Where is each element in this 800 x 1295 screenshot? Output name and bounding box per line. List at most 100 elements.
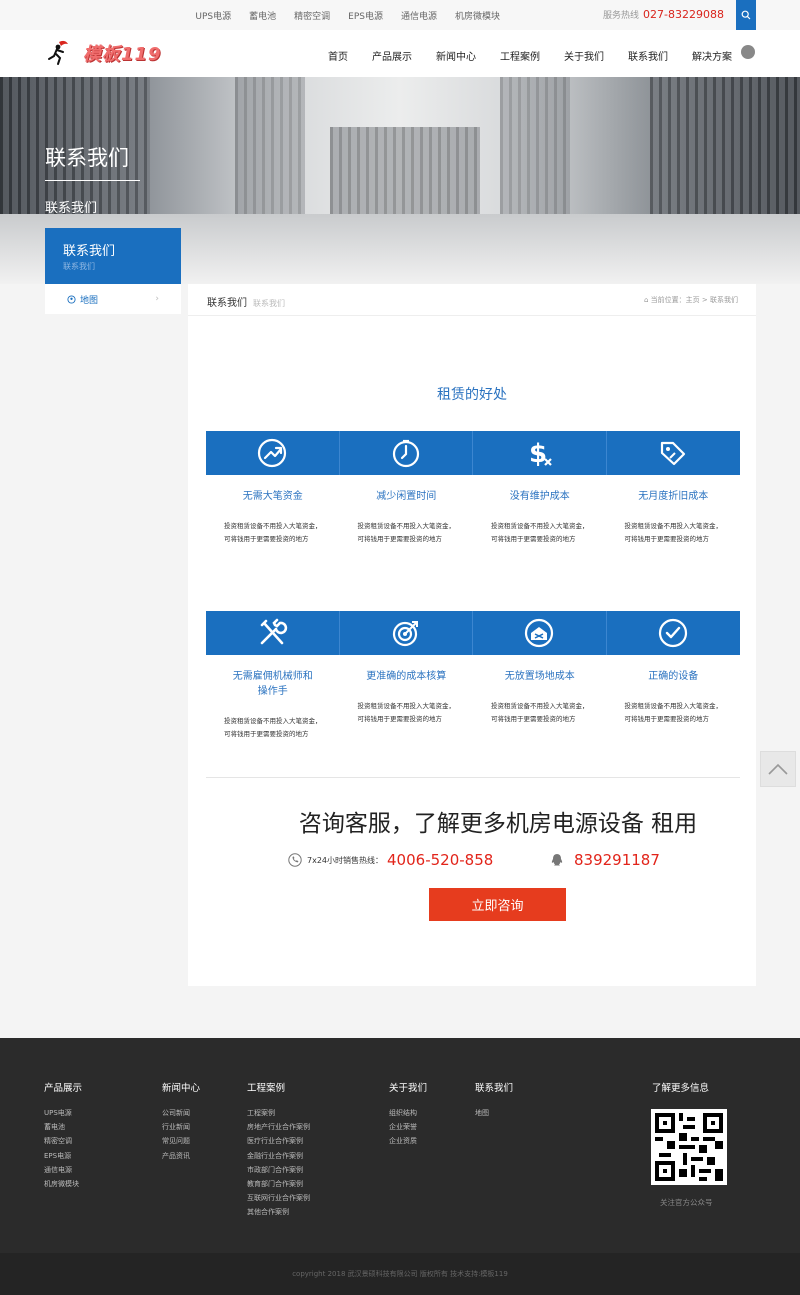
benefit-name: 无放置场地成本: [504, 671, 575, 682]
mobile-icon[interactable]: [741, 45, 755, 59]
footer-link[interactable]: 其他合作案例: [247, 1205, 310, 1219]
logo[interactable]: 模板119: [45, 39, 162, 67]
footer-link[interactable]: 工程案例: [247, 1106, 310, 1120]
consult-now-button[interactable]: 立即咨询: [429, 888, 566, 921]
benefit-icon-band: [206, 611, 340, 655]
top-hotline-number: 027-83229088: [643, 8, 724, 21]
benefit-icon-band: [606, 611, 740, 655]
benefit-desc: 投资租赁设备不用投入大笔资金，可将钱用于更需要投资的地方: [224, 717, 322, 738]
chevron-up-icon: [768, 763, 788, 775]
footer-col-news: 新闻中心 公司新闻 行业新闻 常见问题 产品资讯: [162, 1080, 200, 1163]
footer-link[interactable]: 地图: [475, 1106, 513, 1120]
footer-col-products: 产品展示 UPS电源 蓄电池 精密空调 EPS电源 通信电源 机房微模块: [44, 1080, 82, 1191]
nav-about[interactable]: 关于我们: [552, 48, 616, 63]
footer-col-about: 关于我们 组织结构 企业荣誉 企业资质: [389, 1080, 427, 1149]
qr-code: [651, 1109, 727, 1185]
footer-link[interactable]: 蓄电池: [44, 1120, 82, 1134]
section-title: 租赁的好处: [437, 387, 507, 403]
footer-col-title: 产品展示: [44, 1083, 83, 1094]
benefit-desc: 投资租赁设备不用投入大笔资金，可将钱用于更需要投资的地方: [624, 702, 723, 723]
qq-number[interactable]: 839291187: [574, 851, 660, 869]
nav-cases[interactable]: 工程案例: [488, 48, 552, 63]
nav-contact[interactable]: 联系我们: [616, 48, 680, 63]
benefit-name: 没有维护成本: [509, 491, 570, 502]
breadcrumb-home[interactable]: 主页: [686, 296, 700, 304]
nav-solutions[interactable]: 解决方案: [680, 48, 744, 63]
footer-col-title: 关于我们: [389, 1083, 428, 1094]
benefit-desc: 投资租赁设备不用投入大笔资金，可将钱用于更需要投资的地方: [224, 522, 322, 543]
page-title: 联系我们 联系我们: [207, 294, 285, 309]
footer-link[interactable]: 组织结构: [389, 1106, 427, 1120]
benefit-icon-band: [339, 431, 473, 475]
back-to-top-button[interactable]: [760, 751, 796, 787]
map-pin-icon: [67, 294, 76, 304]
benefit-card: 正确的设备 投资租赁设备不用投入大笔资金，可将钱用于更需要投资的地方: [606, 611, 740, 741]
top-link-ups[interactable]: UPS电源: [195, 9, 231, 22]
footer-link[interactable]: 常见问题: [162, 1134, 200, 1148]
benefit-desc: 投资租赁设备不用投入大笔资金，可将钱用于更需要投资的地方: [491, 522, 589, 543]
footer-link[interactable]: 金融行业合作案例: [247, 1149, 310, 1163]
main-nav: 首页 产品展示 新闻中心 工程案例 关于我们 联系我们 解决方案: [316, 48, 744, 63]
footer-link[interactable]: 通信电源: [44, 1163, 82, 1177]
breadcrumb-current[interactable]: 联系我们: [710, 296, 738, 304]
footer-link[interactable]: 房地产行业合作案例: [247, 1120, 310, 1134]
top-link-battery[interactable]: 蓄电池: [249, 9, 276, 22]
footer-link[interactable]: 公司新闻: [162, 1106, 200, 1120]
svg-text:$: $: [529, 439, 547, 469]
check-circle-icon: [659, 618, 688, 648]
footer-link[interactable]: 精密空调: [44, 1134, 82, 1148]
breadcrumb-label: 当前位置：: [650, 296, 686, 304]
nav-home[interactable]: 首页: [316, 48, 360, 63]
cta-title: 咨询客服，了解更多机房电源设备 租用: [298, 811, 698, 837]
qr-caption: 关注官方公众号: [660, 1198, 713, 1207]
hotline-number[interactable]: 4006-520-858: [387, 851, 493, 869]
search-icon: [741, 10, 751, 20]
benefit-icon-band: $: [473, 431, 607, 475]
hotline-label: 7x24小时销售热线：: [307, 855, 384, 865]
search-button[interactable]: [736, 0, 756, 30]
benefit-name: 减少闲置时间: [376, 491, 437, 502]
top-link-module[interactable]: 机房微模块: [455, 9, 500, 22]
top-link-aircon[interactable]: 精密空调: [294, 9, 330, 22]
footer-link[interactable]: 互联网行业合作案例: [247, 1191, 310, 1205]
top-links: UPS电源 蓄电池 精密空调 EPS电源 通信电源 机房微模块: [195, 9, 500, 22]
benefit-desc: 投资租赁设备不用投入大笔资金，可将钱用于更需要投资的地方: [357, 522, 456, 543]
footer-col-cases: 工程案例 工程案例 房地产行业合作案例 医疗行业合作案例 金融行业合作案例 市政…: [247, 1080, 310, 1220]
nav-products[interactable]: 产品展示: [360, 48, 424, 63]
logo-text: 模板119: [83, 44, 162, 65]
top-hotline: 服务热线 027-83229088: [603, 8, 724, 21]
footer-link[interactable]: EPS电源: [44, 1149, 82, 1163]
target-icon: [392, 621, 418, 647]
footer-link[interactable]: 行业新闻: [162, 1120, 200, 1134]
nav-news[interactable]: 新闻中心: [424, 48, 488, 63]
footer-link[interactable]: 机房微模块: [44, 1177, 82, 1191]
top-link-telecom[interactable]: 通信电源: [401, 9, 437, 22]
footer-link[interactable]: 企业荣誉: [389, 1120, 427, 1134]
divider: [188, 315, 756, 316]
footer-link[interactable]: 产品资讯: [162, 1149, 200, 1163]
page-title-text: 联系我们: [207, 298, 247, 309]
banner: 联系我们 联系我们 联系我们 联系我们: [0, 77, 800, 284]
banner-box-sub: 联系我们: [63, 262, 95, 271]
divider: [206, 777, 740, 778]
footer-link[interactable]: 教育部门合作案例: [247, 1177, 310, 1191]
top-link-eps[interactable]: EPS电源: [348, 9, 383, 22]
home-icon: ⌂: [643, 296, 649, 304]
footer-link[interactable]: UPS电源: [44, 1106, 82, 1120]
footer-link[interactable]: 医疗行业合作案例: [247, 1134, 310, 1148]
footer-col-title: 新闻中心: [162, 1083, 201, 1094]
phone-icon: [288, 853, 302, 867]
banner-divider: [45, 180, 140, 181]
dollar-x-icon: $: [529, 439, 553, 469]
footer-link[interactable]: 企业资质: [389, 1134, 427, 1148]
benefit-desc: 投资租赁设备不用投入大笔资金，可将钱用于更需要投资的地方: [491, 702, 589, 723]
sales-hotline: 7x24小时销售热线： 4006-520-858: [288, 851, 493, 869]
footer-link[interactable]: 市政部门合作案例: [247, 1163, 310, 1177]
benefit-icon-band: [339, 611, 473, 655]
benefit-card: 更准确的成本核算 投资租赁设备不用投入大笔资金，可将钱用于更需要投资的地方: [339, 611, 473, 741]
qr-code-image: [655, 1113, 723, 1181]
benefit-name: 正确的设备: [648, 671, 699, 682]
main-content: 联系我们 联系我们 ⌂ 当前位置：主页 > 联系我们 租赁的好处 无需大笔资金 投…: [188, 284, 756, 986]
sidebar-item-map[interactable]: 地图 ›: [45, 284, 181, 314]
benefit-name: 无需雇佣机械师和操作手: [232, 671, 313, 697]
